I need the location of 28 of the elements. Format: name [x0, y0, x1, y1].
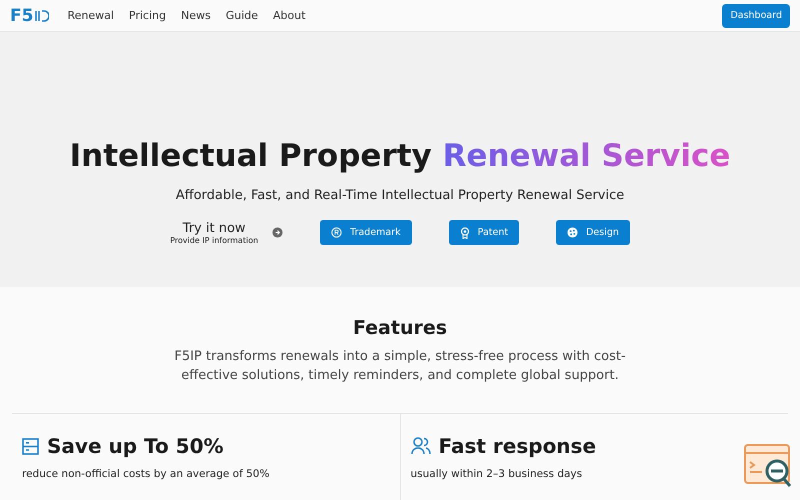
feature-text: usually within 2–3 business days: [410, 468, 584, 480]
nav-link[interactable]: News: [180, 9, 211, 22]
nav-link[interactable]: Guide: [226, 9, 258, 22]
search-widget-icon[interactable]: [744, 444, 792, 488]
nav-link[interactable]: Renewal: [67, 9, 114, 22]
server-icon: [22, 438, 39, 454]
dashboard-button[interactable]: Dashboard: [722, 4, 790, 28]
try-title: Try it now: [182, 220, 246, 236]
try-subtitle: Provide IP information: [170, 236, 258, 244]
hero-subtitle: Affordable, Fast, and Real-Time Intellectual Property Renewal Service: [176, 188, 624, 203]
nav-link[interactable]: Pricing: [128, 9, 166, 22]
ip-type-button[interactable]: Patent: [448, 220, 520, 245]
logo-text[interactable]: F5: [10, 6, 34, 26]
award-icon: [460, 226, 470, 238]
registered-icon: [331, 227, 342, 238]
section-text: F5IP transforms renewals into a simple, stress-free process with cost-effective solutions, timely reminders, and complete global support.: [173, 348, 627, 385]
nav-link[interactable]: About: [273, 9, 306, 22]
ip-type-button[interactable]: Trademark: [320, 220, 412, 245]
ip-type-button[interactable]: Design: [556, 220, 630, 245]
section-title: Features: [352, 317, 448, 339]
logo-icon: [35, 10, 50, 22]
feature-title: Save up To 50%: [47, 434, 224, 458]
hero-title: Intellectual Property Renewal Service: [70, 137, 730, 176]
palette-icon: [567, 227, 578, 238]
arrow-icon: [272, 227, 284, 238]
feature-text: reduce non-official costs by an average of 50%: [22, 468, 270, 480]
feature-title: Fast response: [438, 434, 596, 458]
users-icon: [410, 437, 430, 455]
